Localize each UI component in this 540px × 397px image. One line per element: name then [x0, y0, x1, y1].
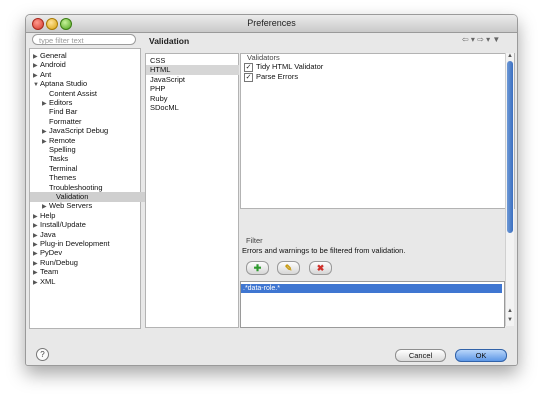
validator-checkbox-parse-errors[interactable]: ✓ Parse Errors [244, 72, 299, 82]
tree-item-label: Team [40, 267, 59, 277]
tree-item-label: Content Assist [49, 88, 97, 98]
tree-item[interactable]: ▶ XML [33, 277, 55, 287]
edit-filter-button[interactable]: ✎ [277, 261, 300, 275]
add-filter-button[interactable]: ✚ [246, 261, 269, 275]
help-button[interactable]: ? [36, 348, 49, 361]
validator-label: Parse Errors [256, 72, 299, 81]
validators-label: Validators [247, 53, 280, 62]
button-bar: ? Cancel OK [26, 344, 517, 365]
edit-icon: ✎ [284, 263, 293, 273]
tree-item-label: General [40, 51, 67, 60]
validators-panel: Validators ✓ Tidy HTML Validator ✓ Parse E… [240, 53, 515, 209]
scroll-up-icon[interactable]: ▲ [507, 53, 513, 59]
tree-item-label: Ant [40, 69, 52, 79]
remove-filter-button[interactable]: ✖ [309, 261, 332, 275]
tree-item-label: Editors [49, 98, 73, 107]
filter-list-item[interactable]: .*data-role.* [241, 284, 502, 293]
tree-item-label: Help [40, 210, 56, 220]
tree-item-label: Spelling [49, 145, 76, 154]
tree-item-label: XML [40, 276, 56, 286]
scroll-down-icon[interactable]: ▼ [507, 317, 513, 323]
language-list: CSS HTML JavaScript PHP Ruby SDocML [145, 53, 239, 328]
tree-item-label: Remote [49, 135, 76, 145]
filter-input[interactable]: type filter text [32, 34, 136, 45]
ok-button[interactable]: OK [455, 349, 507, 362]
remove-icon: ✖ [316, 263, 325, 273]
tree-item-label: PyDev [40, 248, 63, 258]
add-icon: ✚ [253, 263, 262, 273]
page-title: Validation [149, 36, 190, 46]
disclosure-collapsed-icon[interactable]: ▶ [33, 278, 40, 288]
filter-label: Filter [246, 236, 263, 245]
cancel-button[interactable]: Cancel [395, 349, 446, 362]
tree-item-label: Web Servers [49, 201, 93, 211]
tree-item-label: Aptana Studio [40, 79, 88, 89]
tree-item-label: Plug-in Development [40, 239, 110, 248]
dialog-content: type filter text ▶ General ▶ Android ▶ Ant ▼Ap… [26, 33, 517, 365]
tree-item-label: Terminal [49, 163, 78, 173]
tree-item-label: Tasks [49, 154, 69, 164]
tree-item-label: Validation [56, 192, 89, 201]
history-nav-arrows[interactable]: ⇦ ▾ ⇨ ▾ ▼ [462, 35, 500, 44]
filter-list: .*data-role.* [240, 281, 505, 328]
window-title: Preferences [247, 18, 296, 28]
validator-checkbox-tidy[interactable]: ✓ Tidy HTML Validator [244, 62, 324, 72]
filter-description: Errors and warnings to be filtered from … [242, 246, 406, 255]
preferences-tree: ▶ General ▶ Android ▶ Ant ▼Aptana Studio Conten… [29, 48, 152, 329]
tree-item-label: Formatter [49, 116, 82, 126]
scrollbar-thumb[interactable] [507, 61, 513, 233]
tree-item-label: Find Bar [49, 107, 78, 117]
checkbox-icon[interactable]: ✓ [244, 62, 253, 72]
filter-section: Filter Errors and warnings to be filtere… [240, 236, 505, 328]
checkbox-icon[interactable]: ✓ [244, 72, 253, 82]
vertical-scrollbar[interactable]: ▲ ▲ ▼ [505, 53, 514, 326]
disclosure-expanded-icon[interactable]: ▼ [33, 80, 40, 90]
scroll-up-icon[interactable]: ▲ [507, 308, 513, 314]
preferences-window: Preferences type filter text ▶ General ▶ An… [25, 14, 518, 366]
language-item[interactable]: SDocML [150, 103, 179, 113]
tree-item-label: Troubleshooting [49, 182, 103, 192]
tree-item-label: Android [40, 60, 66, 70]
tree-item-label: Java [40, 229, 56, 239]
validator-label: Tidy HTML Validator [256, 62, 324, 71]
tree-item-label: Themes [49, 173, 77, 183]
tree-item-label: Run/Debug [40, 257, 78, 267]
tree-item-label: JavaScript Debug [49, 126, 109, 136]
title-bar: Preferences [26, 15, 517, 33]
tree-item-label: Install/Update [40, 220, 86, 230]
